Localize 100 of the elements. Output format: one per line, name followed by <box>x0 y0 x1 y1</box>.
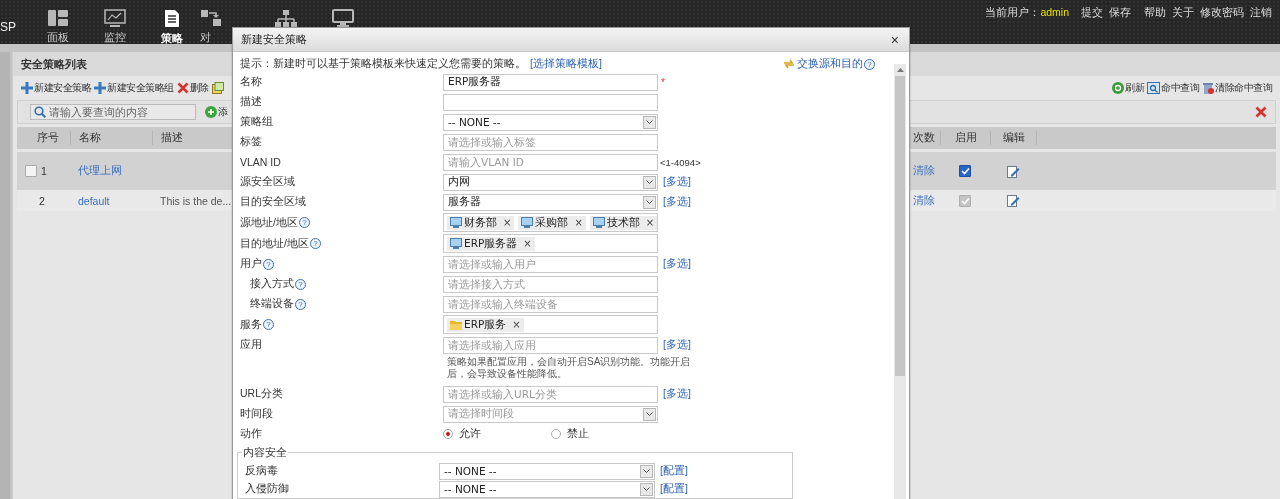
network-icon[interactable] <box>274 9 297 28</box>
transfer-icon[interactable] <box>200 9 222 27</box>
tag[interactable]: 采购部 × <box>518 215 586 230</box>
dropdown[interactable]: 内网 <box>443 173 658 191</box>
tag[interactable]: ERP服务 × <box>447 317 524 332</box>
up-arrow-icon[interactable] <box>896 68 904 72</box>
x-icon[interactable] <box>1255 106 1267 118</box>
help-icon[interactable]: ? <box>309 238 321 249</box>
close-button[interactable]: × <box>890 32 899 47</box>
remove-button[interactable]: × <box>574 217 583 228</box>
template-link[interactable]: [选择策略模板] <box>530 57 602 71</box>
dropdown-button[interactable] <box>643 407 656 421</box>
multi-select-link[interactable]: [配置] <box>660 464 688 478</box>
dropdown-button[interactable] <box>643 175 656 189</box>
header-link[interactable]: 修改密码 <box>1200 6 1244 20</box>
clear-link[interactable]: 清除 <box>913 164 935 178</box>
toolbar-button[interactable]: 新建安全策略 <box>21 81 91 95</box>
remove-button[interactable]: × <box>503 217 512 228</box>
column-header[interactable]: 描述 <box>161 131 183 145</box>
radio-button[interactable] <box>550 429 561 439</box>
policy-link[interactable]: default <box>78 194 110 207</box>
multi-select-link[interactable]: [多选] <box>663 175 691 189</box>
add-button[interactable]: 添 <box>205 105 228 119</box>
checkbox[interactable] <box>25 165 37 177</box>
nav-tab[interactable]: 监控 <box>103 31 126 43</box>
dropdown-button[interactable] <box>643 195 656 209</box>
dropdown-button[interactable] <box>643 115 656 129</box>
dropdown-button[interactable] <box>640 464 653 478</box>
help-icon[interactable]: ? <box>263 258 274 270</box>
text-field[interactable]: 请选择或输入URL分类 <box>443 385 658 403</box>
multi-select-link[interactable]: [多选] <box>663 257 691 271</box>
toolbar-button[interactable]: 新建安全策略组 <box>94 81 174 95</box>
toolbar-button[interactable]: 清除命中查询 <box>1202 81 1272 95</box>
help-icon[interactable]: ? <box>864 58 875 70</box>
text-field[interactable]: ERP服务器 <box>443 73 658 91</box>
document-icon[interactable] <box>163 9 180 28</box>
tag-field[interactable]: ERP服务 × <box>443 315 658 334</box>
policy-link[interactable]: 代理上网 <box>78 164 122 178</box>
edit-icon[interactable] <box>1006 194 1020 207</box>
radio-button[interactable] <box>443 429 453 439</box>
column-header[interactable]: 编辑 <box>1002 131 1025 145</box>
column-header[interactable]: 序号 <box>37 131 59 145</box>
text-field[interactable]: 请选择或输入终端设备 <box>443 295 658 313</box>
dashboard-icon[interactable] <box>46 9 69 27</box>
remove-button[interactable]: × <box>645 217 655 228</box>
chart-icon[interactable] <box>103 9 126 27</box>
header-link[interactable]: 帮助 <box>1144 6 1166 20</box>
multi-select-link[interactable]: [多选] <box>663 195 691 209</box>
clear-link[interactable]: 清除 <box>913 193 935 208</box>
search-field[interactable]: 请输入要查询的内容 <box>30 104 196 120</box>
tag-field[interactable]: 财务部 × 采购部 × 技术部 × <box>443 213 658 232</box>
dropdown[interactable]: 服务器 <box>443 193 658 211</box>
toolbar-button[interactable]: 刷新 <box>1112 81 1144 95</box>
text-field[interactable]: 请选择或输入用户 <box>443 255 658 273</box>
nav-tab[interactable]: 对 <box>200 31 211 43</box>
help-icon[interactable]: ? <box>295 298 306 310</box>
header-link[interactable]: 保存 <box>1109 6 1131 20</box>
scrollbar-thumb[interactable] <box>895 76 905 376</box>
search-icon <box>34 106 46 118</box>
dropdown[interactable]: -- NONE -- <box>443 113 658 131</box>
monitor-icon[interactable] <box>331 9 354 27</box>
field-label: 标签 <box>240 135 262 149</box>
tag[interactable]: ERP服务器 × <box>447 236 535 251</box>
field-label: 用户 <box>240 257 262 271</box>
remove-button[interactable]: × <box>523 238 532 249</box>
column-header[interactable]: 次数 <box>913 131 935 145</box>
dropdown[interactable]: -- NONE -- <box>439 480 655 498</box>
nav-tab[interactable]: 策略 <box>160 32 183 44</box>
tag[interactable]: 技术部 × <box>589 215 658 230</box>
column-header[interactable]: 启用 <box>954 131 977 145</box>
field-label: 策略组 <box>240 115 273 129</box>
text-field[interactable]: 请选择接入方式 <box>443 275 658 293</box>
text-field[interactable]: 请选择或输入标签 <box>443 133 658 151</box>
help-icon[interactable]: ? <box>298 217 310 228</box>
scrollbar[interactable] <box>894 64 906 499</box>
field-label: 描述 <box>240 95 262 109</box>
toolbar-button[interactable]: 删除 <box>176 81 209 95</box>
text-field[interactable] <box>443 93 658 111</box>
column-header[interactable]: 名称 <box>79 131 101 145</box>
multi-select-link[interactable]: [多选] <box>663 338 691 352</box>
header-link[interactable]: 提交 <box>1081 6 1103 20</box>
help-icon[interactable]: ? <box>263 319 274 330</box>
checkbox[interactable] <box>959 165 971 177</box>
remove-button[interactable]: × <box>512 319 521 330</box>
multi-select-link[interactable]: [多选] <box>663 387 691 401</box>
tag[interactable]: 财务部 × <box>447 215 515 230</box>
text-field[interactable]: 请输入VLAN ID <box>443 153 658 171</box>
text-field[interactable]: 请选择或输入应用 <box>443 336 658 354</box>
header-link[interactable]: 关于 <box>1172 6 1194 20</box>
nav-tab[interactable]: 面板 <box>46 31 69 43</box>
tag-field[interactable]: ERP服务器 × <box>443 234 658 253</box>
dropdown-button[interactable] <box>640 482 653 496</box>
edit-icon[interactable] <box>1006 164 1020 178</box>
copy-icon[interactable] <box>211 82 224 94</box>
swap-link[interactable]: 交换源和目的 <box>783 57 863 71</box>
help-icon[interactable]: ? <box>295 278 306 290</box>
multi-select-link[interactable]: [配置] <box>660 482 688 496</box>
toolbar-button[interactable]: 命中查询 <box>1147 81 1199 95</box>
header-link[interactable]: 注销 <box>1250 6 1272 20</box>
dropdown[interactable]: -- NONE -- <box>439 462 655 480</box>
